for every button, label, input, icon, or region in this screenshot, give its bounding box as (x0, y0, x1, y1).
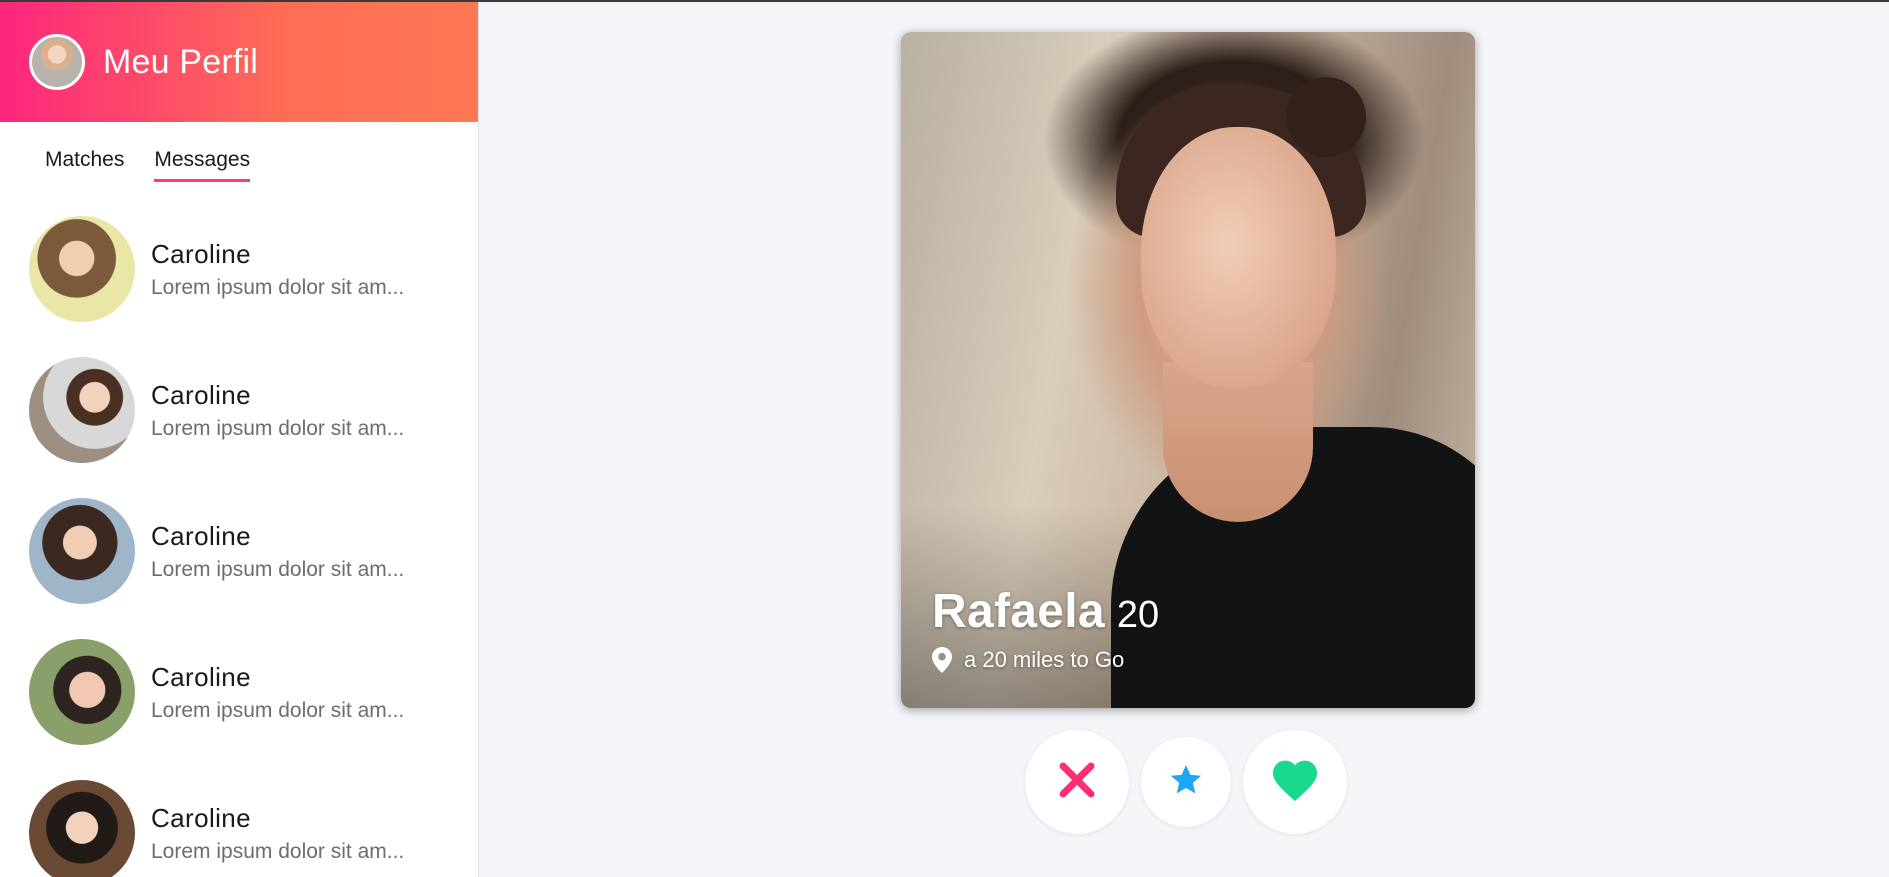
tab-messages[interactable]: Messages (154, 148, 251, 182)
map-pin-icon (932, 647, 952, 673)
action-buttons (1025, 730, 1347, 834)
card-age: 20 (1116, 594, 1160, 636)
profile-card[interactable]: Rafaela 20 a 20 miles to Go (901, 32, 1475, 708)
card-distance: a 20 miles to Go (964, 647, 1125, 672)
conversation-list: Caroline Lorem ipsum dolor sit am... Car… (0, 216, 478, 877)
avatar (29, 780, 135, 877)
star-icon (1168, 762, 1204, 803)
conversation-preview: Lorem ipsum dolor sit am... (151, 698, 405, 722)
conversation-name: Caroline (151, 661, 252, 692)
conversation-name: Caroline (151, 520, 252, 551)
like-button[interactable] (1243, 730, 1347, 834)
close-icon (1057, 760, 1097, 805)
card-name: Rafaela (932, 585, 1105, 638)
profile-title[interactable]: Meu Perfil (103, 43, 258, 82)
card-distance-row: a 20 miles to Go (932, 647, 1159, 673)
heart-icon (1271, 758, 1319, 807)
conversation-item[interactable]: Caroline Lorem ipsum dolor sit am... (0, 498, 478, 604)
conversation-item[interactable]: Caroline Lorem ipsum dolor sit am... (0, 780, 478, 877)
conversation-item[interactable]: Caroline Lorem ipsum dolor sit am... (0, 639, 478, 745)
conversation-item[interactable]: Caroline Lorem ipsum dolor sit am... (0, 216, 478, 322)
super-like-button[interactable] (1141, 737, 1231, 827)
avatar (29, 216, 135, 322)
conversation-item[interactable]: Caroline Lorem ipsum dolor sit am... (0, 357, 478, 463)
sidebar: Meu Perfil Matches Messages Caroline Lor… (0, 2, 479, 877)
conversation-name: Caroline (151, 379, 252, 410)
profile-header[interactable]: Meu Perfil (0, 2, 478, 122)
avatar (29, 357, 135, 463)
conversation-preview: Lorem ipsum dolor sit am... (151, 557, 405, 581)
profile-avatar[interactable] (29, 34, 85, 90)
tab-bar: Matches Messages (0, 148, 478, 182)
conversation-name: Caroline (151, 238, 252, 269)
avatar (29, 498, 135, 604)
conversation-preview: Lorem ipsum dolor sit am... (151, 275, 405, 299)
conversation-preview: Lorem ipsum dolor sit am... (151, 416, 405, 440)
dislike-button[interactable] (1025, 730, 1129, 834)
avatar (29, 639, 135, 745)
tab-matches[interactable]: Matches (45, 148, 124, 182)
card-info: Rafaela 20 a 20 miles to Go (932, 584, 1159, 673)
conversation-name: Caroline (151, 802, 252, 833)
conversation-preview: Lorem ipsum dolor sit am... (151, 839, 405, 863)
